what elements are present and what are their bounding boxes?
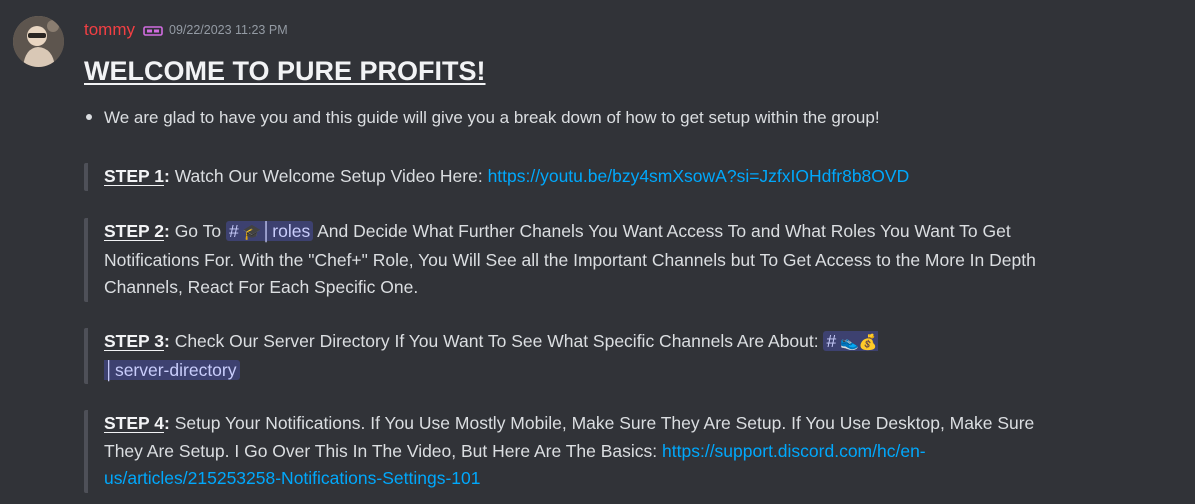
shoe-moneybag-icon: 👟💰 bbox=[840, 334, 878, 351]
hashtag-icon: # bbox=[826, 331, 837, 351]
step-text: Go To bbox=[169, 221, 226, 241]
author-name[interactable]: tommy bbox=[84, 20, 135, 40]
channel-name: │roles bbox=[261, 221, 311, 241]
blockquote-step-1: STEP 1: Watch Our Welcome Setup Video He… bbox=[84, 163, 1064, 191]
chat-message: tommy 09/22/2023 11:23 PM WELCOME TO PUR… bbox=[0, 0, 1195, 504]
step-label: STEP 1: bbox=[104, 166, 170, 186]
channel-name: │server-directory bbox=[104, 359, 237, 380]
blockquote-step-3: STEP 3: Check Our Server Directory If Yo… bbox=[84, 328, 1064, 384]
step-label: STEP 2: bbox=[104, 221, 170, 241]
message-header: tommy 09/22/2023 11:23 PM bbox=[84, 18, 288, 42]
youtube-link[interactable]: https://youtu.be/bzy4smXsowA?si=JzfxIOHd… bbox=[488, 166, 910, 186]
step-text: Watch Our Welcome Setup Video Here: bbox=[169, 166, 488, 186]
blockquote-step-2: STEP 2: Go To # 🎓│roles And Decide What F… bbox=[84, 218, 1064, 302]
avatar[interactable] bbox=[13, 16, 64, 67]
ticket-icon[interactable] bbox=[143, 23, 163, 37]
bullet-dot-icon bbox=[86, 114, 92, 120]
graduation-cap-icon: 🎓 bbox=[242, 224, 262, 241]
channel-mention-roles[interactable]: # 🎓│roles bbox=[225, 221, 314, 241]
blockquote-step-4: STEP 4: Setup Your Notifications. If You… bbox=[84, 410, 1064, 493]
list-item: We are glad to have you and this guide w… bbox=[86, 104, 880, 131]
step-label: STEP 4: bbox=[104, 413, 170, 433]
user-photo-icon bbox=[13, 16, 64, 67]
message-title: WELCOME TO PURE PROFITS! bbox=[84, 56, 486, 86]
message-timestamp[interactable]: 09/22/2023 11:23 PM bbox=[169, 23, 288, 37]
hashtag-icon: # bbox=[228, 221, 239, 241]
welcome-text: We are glad to have you and this guide w… bbox=[104, 108, 880, 127]
step-text: Check Our Server Directory If You Want T… bbox=[169, 331, 824, 351]
step-label: STEP 3: bbox=[104, 331, 170, 351]
